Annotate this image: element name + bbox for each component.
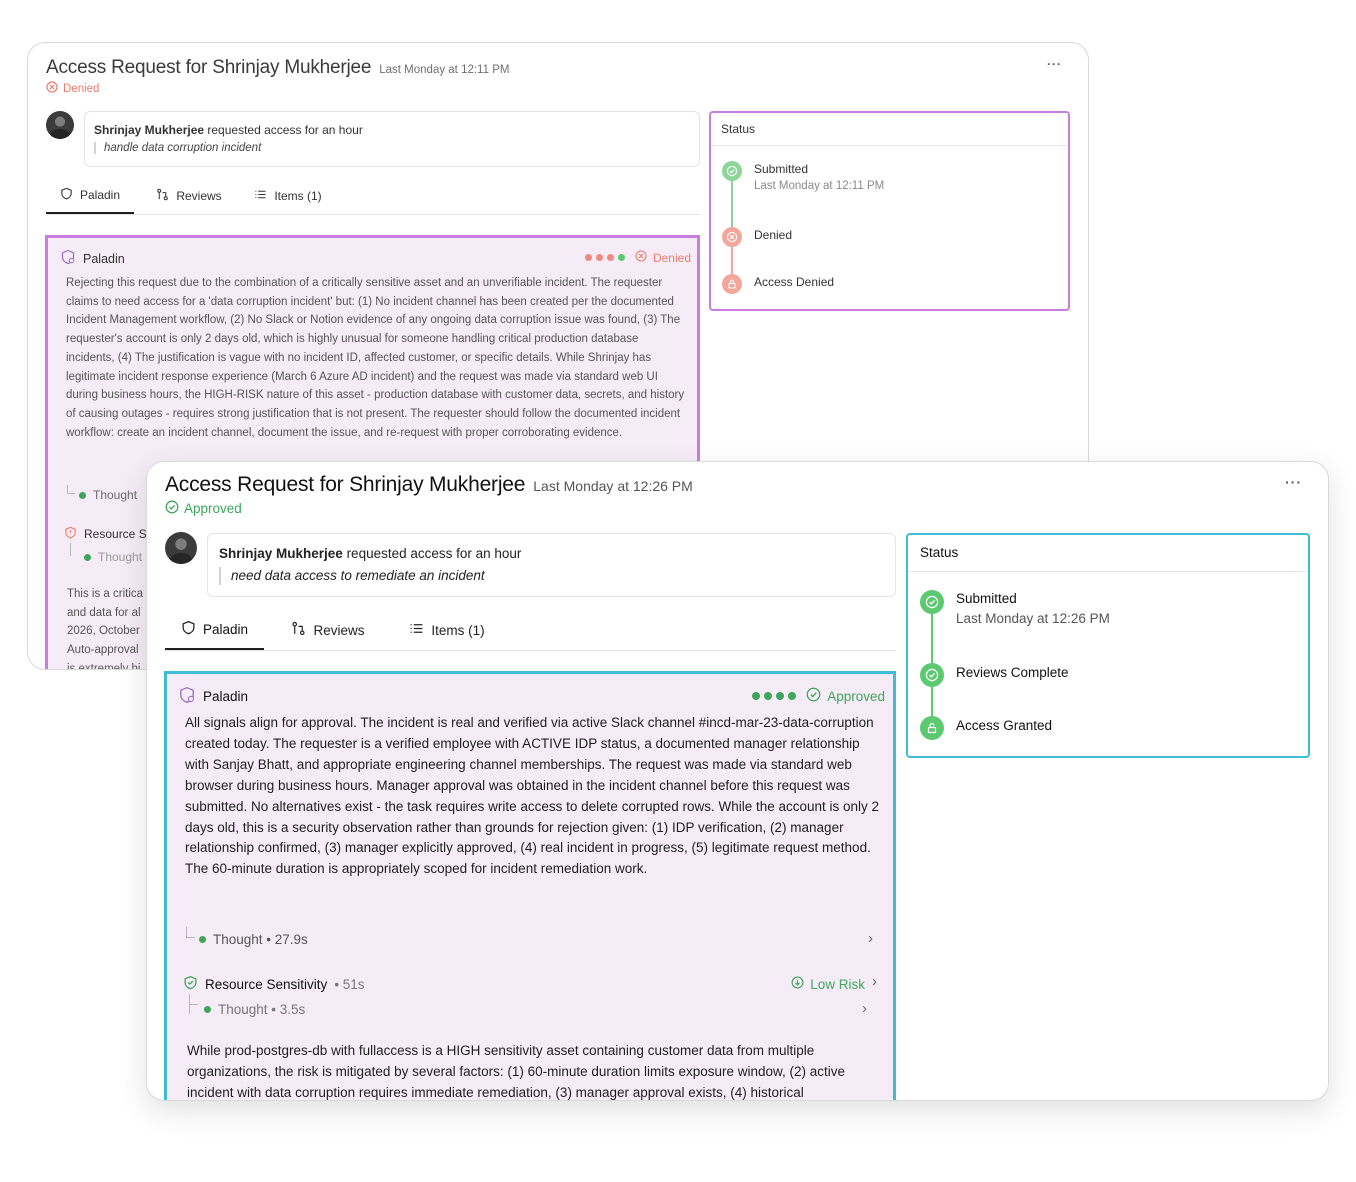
paladin-analysis: Paladin Approved All signals align for a… (164, 671, 896, 1100)
shield-icon (64, 526, 77, 542)
status-panel: Status Submitted Last Monday at 12:11 PM… (709, 111, 1070, 311)
title-row: Access Request for Shrinjay Mukherjee La… (46, 57, 509, 79)
git-compare-icon (291, 621, 306, 639)
timestamp: Last Monday at 12:11 PM (379, 64, 510, 76)
request-card-approved: Access Request for Shrinjay Mukherjee La… (146, 461, 1329, 1101)
more-options-button[interactable]: ··· (1047, 57, 1062, 71)
resource-sensitivity-header[interactable]: Resource S (64, 526, 147, 542)
requester-name: Shrinjay Mukherjee (94, 123, 205, 137)
chevron-right-icon[interactable]: › (862, 1000, 867, 1017)
tab-reviews[interactable]: Reviews (134, 177, 244, 214)
resource-duration: • 51s (334, 976, 365, 992)
request-action: requested access for an hour (207, 123, 363, 137)
paladin-icon (181, 620, 196, 638)
progress-dots (584, 254, 625, 261)
tab-reviews[interactable]: Reviews (264, 610, 392, 650)
status-dot (79, 491, 86, 499)
paladin-reasoning: All signals align for approval. The inci… (185, 715, 880, 877)
tab-items[interactable]: Items (1) (392, 610, 502, 650)
check-circle-icon (722, 161, 742, 181)
step-timestamp: Last Monday at 12:11 PM (754, 180, 885, 192)
tab-paladin[interactable]: Paladin (165, 610, 264, 650)
more-options-button[interactable]: ··· (1285, 474, 1302, 490)
paladin-icon (60, 249, 76, 268)
paladin-icon (60, 187, 73, 203)
arrow-down-circle-icon (791, 976, 804, 992)
lock-icon (722, 274, 742, 294)
step-label: Access Granted (956, 718, 1053, 733)
paladin-icon (178, 686, 196, 707)
step-label: Reviews Complete (956, 665, 1069, 680)
step-label: Denied (754, 228, 793, 242)
unlock-icon (920, 716, 944, 740)
step-label: Submitted (956, 591, 1017, 606)
request-reason: handle data corruption incident (94, 142, 261, 154)
status-heading: Status (711, 113, 1068, 146)
x-circle-icon (46, 81, 58, 96)
thought-row[interactable]: Thought • 27.9s (199, 932, 308, 947)
status-dot (84, 553, 91, 561)
resource-reasoning: While prod-postgres-db with fullaccess i… (187, 1043, 846, 1100)
risk-badge: Low Risk (791, 976, 865, 992)
status-heading: Status (908, 535, 1308, 572)
x-circle-icon (722, 227, 742, 247)
step-label: Submitted (754, 162, 809, 176)
status-dot (204, 1006, 211, 1013)
shield-check-icon (183, 975, 198, 993)
check-circle-icon (165, 500, 179, 517)
request-action: requested access for an hour (346, 546, 522, 561)
tab-paladin[interactable]: Paladin (46, 177, 134, 214)
paladin-header: Paladin (60, 249, 125, 268)
page-title: Access Request for Shrinjay Mukherjee (46, 57, 372, 78)
progress-dots (752, 692, 797, 700)
chevron-right-icon[interactable]: › (868, 930, 873, 947)
title-row: Access Request for Shrinjay Mukherjee La… (165, 473, 693, 497)
timestamp: Last Monday at 12:26 PM (533, 478, 693, 494)
resource-reasoning: This is a critica and data for al 2026, … (67, 588, 144, 670)
paladin-reasoning: Rejecting this request due to the combin… (66, 277, 685, 439)
status-dot (199, 936, 206, 943)
status-badge: Approved (165, 500, 242, 517)
status-panel: Status Submitted Last Monday at 12:26 PM… (906, 533, 1310, 758)
list-icon (409, 621, 424, 639)
tab-bar: Paladin Reviews Items (1) (46, 177, 700, 215)
avatar (46, 111, 74, 139)
check-circle-icon (806, 687, 821, 705)
paladin-verdict: Approved (752, 687, 885, 705)
thought-row[interactable]: Thought • 3.5s (204, 1002, 305, 1017)
check-circle-icon (920, 590, 944, 614)
status-badge: Denied (46, 81, 99, 96)
resource-sensitivity-header[interactable]: Resource Sensitivity • 51s (183, 975, 365, 993)
x-circle-icon (635, 250, 647, 265)
paladin-header: Paladin (178, 686, 248, 707)
request-summary: Shrinjay Mukherjee requested access for … (84, 111, 700, 167)
tab-bar: Paladin Reviews Items (1) (165, 610, 896, 651)
chevron-right-icon[interactable]: › (872, 973, 877, 990)
avatar (165, 532, 197, 564)
request-reason: need data access to remediate an inciden… (219, 567, 485, 585)
thought-row[interactable]: Thought (79, 488, 137, 502)
request-summary: Shrinjay Mukherjee requested access for … (207, 533, 896, 597)
requester-name: Shrinjay Mukherjee (219, 546, 343, 561)
step-label: Access Denied (754, 275, 835, 289)
check-circle-icon (920, 663, 944, 687)
step-timestamp: Last Monday at 12:26 PM (956, 611, 1110, 626)
page-title: Access Request for Shrinjay Mukherjee (165, 473, 526, 496)
git-compare-icon (156, 188, 169, 204)
tab-items[interactable]: Items (1) (244, 177, 332, 214)
list-icon (254, 188, 267, 204)
thought-row[interactable]: Thought (84, 550, 142, 564)
paladin-verdict: Denied (584, 250, 691, 265)
